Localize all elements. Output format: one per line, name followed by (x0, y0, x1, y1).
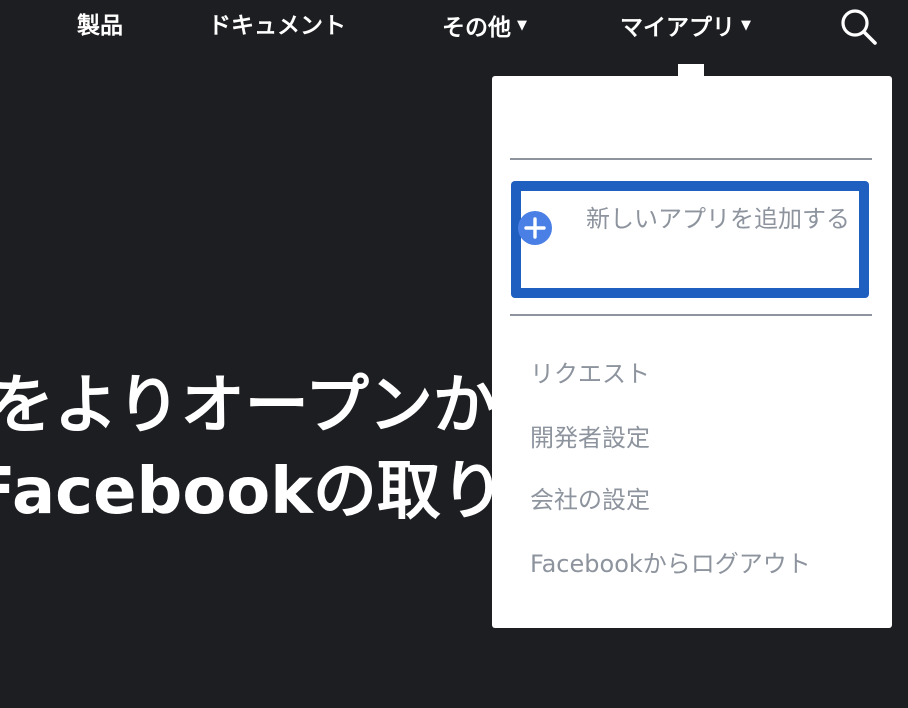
menu-item-logout[interactable]: Facebookからログアウト (530, 547, 811, 581)
nav-products[interactable]: 製品 (77, 10, 123, 42)
divider (510, 158, 872, 160)
nav-docs[interactable]: ドキュメント (208, 10, 346, 42)
caret-down-icon: ▼ (517, 18, 527, 33)
nav-other-label: その他 (442, 15, 511, 41)
menu-item-company-settings[interactable]: 会社の設定 (530, 483, 650, 517)
my-apps-dropdown: 新しいアプリを追加する リクエスト 開発者設定 会社の設定 Facebookから… (492, 76, 892, 628)
add-new-app-button[interactable] (511, 181, 869, 298)
top-nav: 製品 ドキュメント その他 ▼ マイアプリ ▼ (0, 0, 908, 56)
nav-my-apps[interactable]: マイアプリ ▼ (620, 10, 751, 44)
add-new-app-label: 新しいアプリを追加する (586, 205, 850, 233)
nav-my-apps-label: マイアプリ (620, 15, 735, 41)
page: 製品 ドキュメント その他 ▼ マイアプリ ▼ をよりオープンかつ Facebook… (0, 0, 908, 708)
caret-down-icon: ▼ (741, 18, 751, 33)
menu-item-developer-settings[interactable]: 開発者設定 (530, 421, 650, 455)
divider (510, 314, 872, 316)
nav-other[interactable]: その他 ▼ (442, 10, 527, 44)
hero-heading-line-1: をよりオープンかつ (0, 369, 561, 443)
search-icon[interactable] (838, 6, 878, 46)
menu-item-requests[interactable]: リクエスト (530, 357, 650, 391)
plus-circle-icon (518, 211, 552, 245)
